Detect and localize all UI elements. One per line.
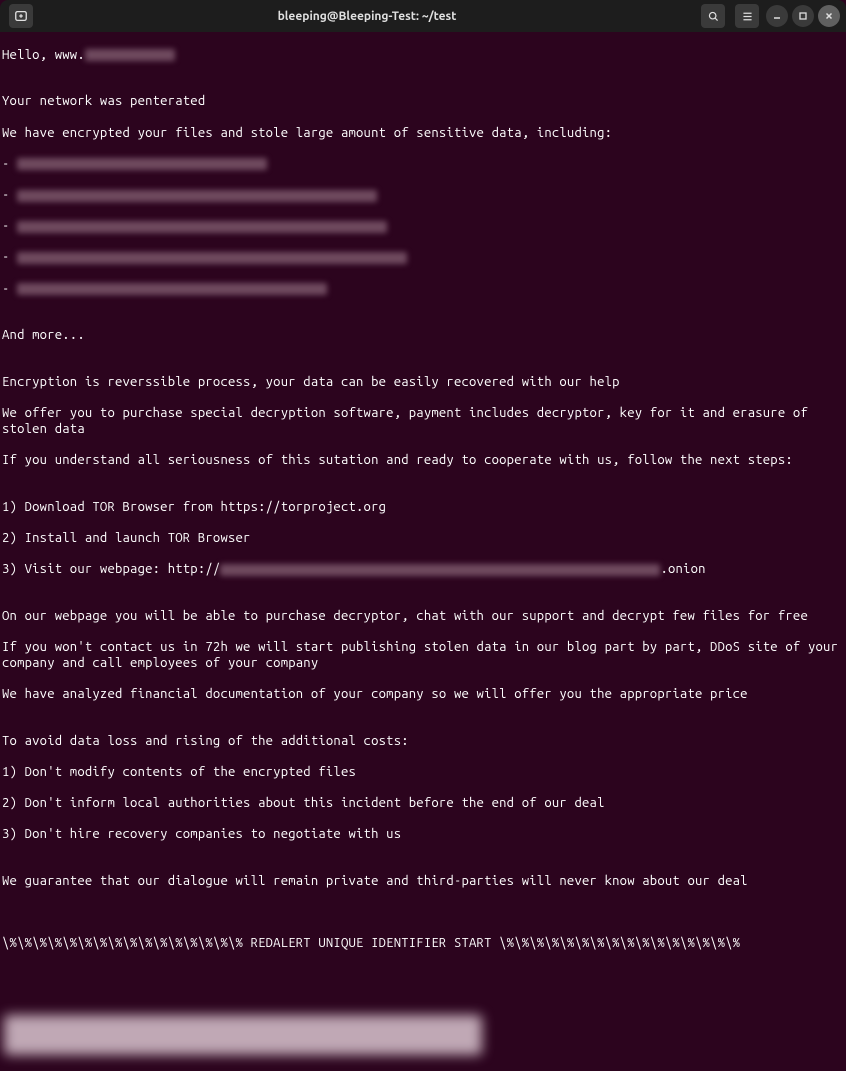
- titlebar: bleeping@Bleeping-Test: ~/test: [0, 0, 846, 32]
- hamburger-menu-button[interactable]: [735, 4, 759, 28]
- dash: -: [2, 219, 17, 233]
- text-line: And more...: [2, 328, 844, 344]
- text-line: 1) Don't modify contents of the encrypte…: [2, 765, 844, 781]
- redacted-item: [17, 190, 377, 202]
- text-line: -: [2, 219, 844, 235]
- text-line: We have analyzed financial documentation…: [2, 687, 844, 703]
- text-line: We offer you to purchase special decrypt…: [2, 406, 844, 437]
- greeting-text: Hello, www.: [2, 48, 85, 62]
- text-line: Hello, www.: [2, 48, 844, 64]
- dash: -: [2, 250, 17, 264]
- redacted-item: [17, 252, 407, 264]
- redacted-identifier-block: [4, 1015, 482, 1055]
- redacted-item: [17, 221, 387, 233]
- titlebar-right: [698, 4, 840, 28]
- dash: -: [2, 282, 17, 296]
- minimize-button[interactable]: [766, 5, 788, 27]
- text-line: -: [2, 157, 844, 173]
- close-button[interactable]: [818, 5, 840, 27]
- terminal-output: Hello, www. Your network was penterated …: [0, 32, 846, 1071]
- text-line: We have encrypted your files and stole l…: [2, 126, 844, 142]
- text-line: \%\%\%\%\%\%\%\%\%\%\%\%\%\%\%\% REDALER…: [2, 936, 844, 952]
- text-line: 3) Visit our webpage: http:// .onion: [2, 562, 844, 578]
- text-line: Your network was penterated: [2, 94, 844, 110]
- maximize-button[interactable]: [792, 5, 814, 27]
- window-title: bleeping@Bleeping-Test: ~/test: [36, 10, 698, 23]
- onion-suffix: .onion: [660, 562, 705, 576]
- search-button[interactable]: [701, 4, 725, 28]
- text-line: -: [2, 250, 844, 266]
- redacted-item: [17, 283, 327, 295]
- text-line: To avoid data loss and rising of the add…: [2, 734, 844, 750]
- text-line: 2) Don't inform local authorities about …: [2, 796, 844, 812]
- dash: -: [2, 157, 17, 171]
- text-line: On our webpage you will be able to purch…: [2, 609, 844, 625]
- text-line: If you won't contact us in 72h we will s…: [2, 640, 844, 671]
- text-line: -: [2, 282, 844, 298]
- text-line: If you understand all seriousness of thi…: [2, 453, 844, 469]
- text-line: 2) Install and launch TOR Browser: [2, 531, 844, 547]
- redacted-onion: [220, 564, 660, 576]
- onion-prefix: 3) Visit our webpage: http://: [2, 562, 220, 576]
- spacer: [2, 968, 844, 1000]
- text-line: -: [2, 188, 844, 204]
- text-line: Encryption is reverssible process, your …: [2, 375, 844, 391]
- new-tab-button[interactable]: [9, 4, 33, 28]
- text-line: 1) Download TOR Browser from https://tor…: [2, 500, 844, 516]
- dash: -: [2, 188, 17, 202]
- redacted-item: [17, 158, 267, 170]
- text-line: We guarantee that our dialogue will rema…: [2, 874, 844, 890]
- redacted-domain: [85, 49, 175, 61]
- text-line: 3) Don't hire recovery companies to nego…: [2, 827, 844, 843]
- titlebar-left: [6, 4, 36, 28]
